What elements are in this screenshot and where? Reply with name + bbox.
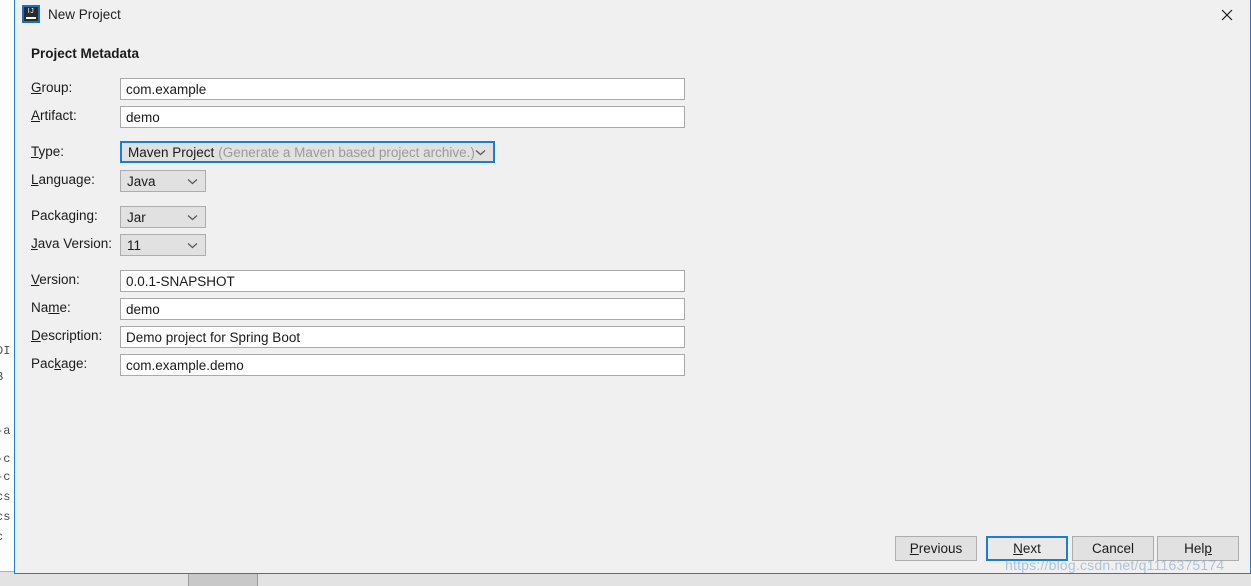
background-text-fragment: -c — [0, 470, 11, 484]
package-input[interactable] — [120, 354, 685, 376]
label-java-version: Java Version: — [31, 236, 113, 251]
cancel-button-label: Cancel — [1091, 541, 1135, 556]
new-project-dialog: IJ New Project Project Metadata Group: A… — [14, 0, 1251, 574]
type-combobox[interactable]: Maven Project (Generate a Maven based pr… — [120, 141, 495, 163]
background-text-fragment: -a — [0, 424, 11, 438]
version-input[interactable] — [120, 270, 685, 292]
chevron-down-icon — [187, 207, 198, 227]
type-combobox-hint: (Generate a Maven based project archive.… — [218, 144, 475, 160]
help-button[interactable]: Help — [1157, 536, 1239, 561]
packaging-combobox-value: Jar — [127, 209, 146, 225]
dialog-title: New Project — [48, 7, 121, 22]
background-text-fragment: cs — [0, 510, 11, 524]
label-type: Type: — [31, 144, 65, 159]
background-tool-tab — [188, 573, 258, 586]
chevron-down-icon — [187, 171, 198, 191]
background-text-fragment: cs — [0, 490, 11, 504]
background-text-fragment: c — [0, 530, 3, 544]
previous-button-label: Previous — [909, 541, 963, 556]
dialog-content: Project Metadata Group: Artifact: Type: … — [15, 32, 1250, 574]
label-artifact: Artifact: — [31, 108, 77, 123]
label-package: Package: — [31, 356, 88, 371]
background-text-fragment: B — [0, 370, 3, 384]
language-combobox-value: Java — [127, 173, 156, 189]
description-input[interactable] — [120, 326, 685, 348]
label-version: Version: — [31, 272, 80, 287]
java-version-combobox-value: 11 — [127, 237, 142, 253]
close-button[interactable] — [1204, 0, 1250, 30]
java-version-combobox[interactable]: 11 — [120, 234, 206, 256]
close-icon — [1221, 9, 1233, 21]
label-language: Language: — [31, 172, 95, 187]
chevron-down-icon — [475, 143, 486, 161]
page-title: Project Metadata — [31, 46, 140, 61]
background-text-fragment: DI — [0, 344, 11, 358]
language-combobox[interactable]: Java — [120, 170, 206, 192]
intellij-idea-icon-letters: IJ — [27, 8, 35, 15]
label-group: Group: — [31, 80, 73, 95]
chevron-down-icon — [187, 235, 198, 255]
intellij-idea-icon-bar — [26, 17, 36, 19]
packaging-combobox[interactable]: Jar — [120, 206, 206, 228]
next-button-label: Next — [1013, 541, 1041, 556]
cancel-button[interactable]: Cancel — [1072, 536, 1154, 561]
intellij-idea-icon: IJ — [22, 5, 40, 23]
type-combobox-value: Maven Project — [128, 144, 215, 160]
label-packaging: Packaging: — [31, 208, 98, 223]
background-text-fragment: -c — [0, 452, 11, 466]
group-input[interactable] — [120, 78, 685, 100]
dialog-titlebar: IJ New Project — [15, 0, 1250, 32]
screen: DI B -a -c -c cs cs c IJ New Project — [0, 0, 1251, 586]
help-button-label: Help — [1184, 541, 1212, 556]
label-description: Description: — [31, 328, 103, 343]
background-editor-text: DI B -a -c -c cs cs c — [0, 0, 14, 586]
label-name: Name: — [31, 300, 71, 315]
previous-button[interactable]: Previous — [895, 536, 977, 561]
artifact-input[interactable] — [120, 106, 685, 128]
name-input[interactable] — [120, 298, 685, 320]
next-button[interactable]: Next — [986, 536, 1068, 561]
